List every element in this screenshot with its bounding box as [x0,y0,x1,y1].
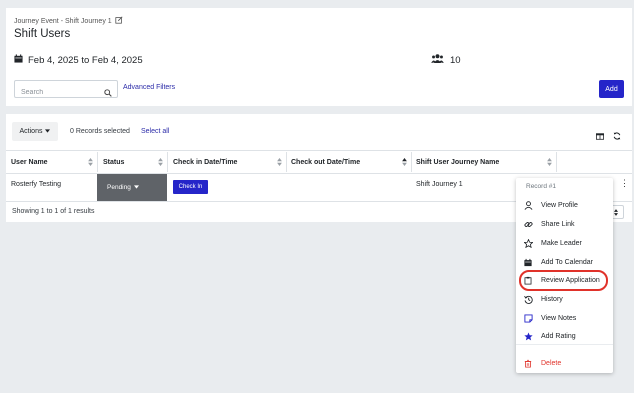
user-count-value: 10 [450,54,461,66]
cell-journey-name: Shift Journey 1 [416,181,463,188]
status-dropdown[interactable]: Pending [97,174,167,201]
menu-record-header: Record #1 [526,183,556,190]
select-all-link[interactable]: Select all [141,128,169,135]
header-card: Journey Event - Shift Journey 1 Shift Us… [6,8,632,106]
note-icon [523,314,533,324]
highlight-ring [519,270,608,291]
user-count: 10 [431,54,461,66]
advanced-filters-link[interactable]: Advanced Filters [123,84,175,91]
caret-down-icon [133,184,139,191]
sort-icon[interactable] [547,158,552,168]
users-icon [431,54,444,66]
date-range-text: Feb 4, 2025 to Feb 4, 2025 [28,54,143,66]
link-icon [523,220,533,230]
menu-item-add-rating[interactable]: Add Rating [516,328,613,345]
sort-icon[interactable] [158,158,163,168]
menu-divider [516,344,613,345]
user-icon [523,201,533,211]
menu-item-add-to-calendar[interactable]: Add To Calendar [516,254,613,271]
sort-icon[interactable] [88,158,93,168]
menu-item-view-profile[interactable]: View Profile [516,197,613,214]
check-in-button[interactable]: Check In [173,180,208,194]
row-actions-kebab-icon[interactable]: ⋮ [620,178,629,189]
columns-icon[interactable] [596,127,604,145]
status-value: Pending [107,184,131,191]
breadcrumb: Journey Event - Shift Journey 1 [14,16,123,26]
date-range: Feb 4, 2025 to Feb 4, 2025 [14,54,143,66]
star-outline-icon [523,239,533,249]
actions-label: Actions [19,128,43,135]
results-summary: Showing 1 to 1 of 1 results [12,208,95,215]
column-header-status[interactable]: Status [103,154,167,170]
edit-icon[interactable] [115,16,123,26]
caret-down-icon [45,128,51,135]
column-header-journey-name[interactable]: Shift User Journey Name [416,154,556,170]
calendar-icon [523,258,533,268]
search-icon[interactable] [104,84,112,102]
calendar-icon [14,54,23,66]
menu-item-share-link[interactable]: Share Link [516,216,613,233]
search-input[interactable] [15,84,99,101]
menu-item-make-leader[interactable]: Make Leader [516,235,613,252]
column-header-check-out[interactable]: Check out Date/Time [291,154,411,170]
sort-icon[interactable] [402,158,407,168]
search-field[interactable] [14,80,118,101]
trash-icon [523,359,533,369]
menu-item-view-notes[interactable]: View Notes [516,310,613,327]
add-button[interactable]: Add [599,80,624,98]
menu-item-delete[interactable]: Delete [516,355,613,372]
history-icon [523,295,533,305]
selected-records-count: 0 Records selected [70,128,130,135]
refresh-icon[interactable] [613,127,621,145]
cell-user-name: Rosterfy Testing [11,181,62,188]
column-header-user-name[interactable]: User Name [11,154,97,170]
page-title: Shift Users [14,28,71,40]
actions-dropdown-button[interactable]: Actions [12,122,58,141]
menu-item-history[interactable]: History [516,291,613,308]
sort-icon[interactable] [277,158,282,168]
breadcrumb-text[interactable]: Journey Event - Shift Journey 1 [14,18,112,25]
star-filled-icon [523,332,533,342]
column-header-check-in[interactable]: Check in Date/Time [173,154,286,170]
